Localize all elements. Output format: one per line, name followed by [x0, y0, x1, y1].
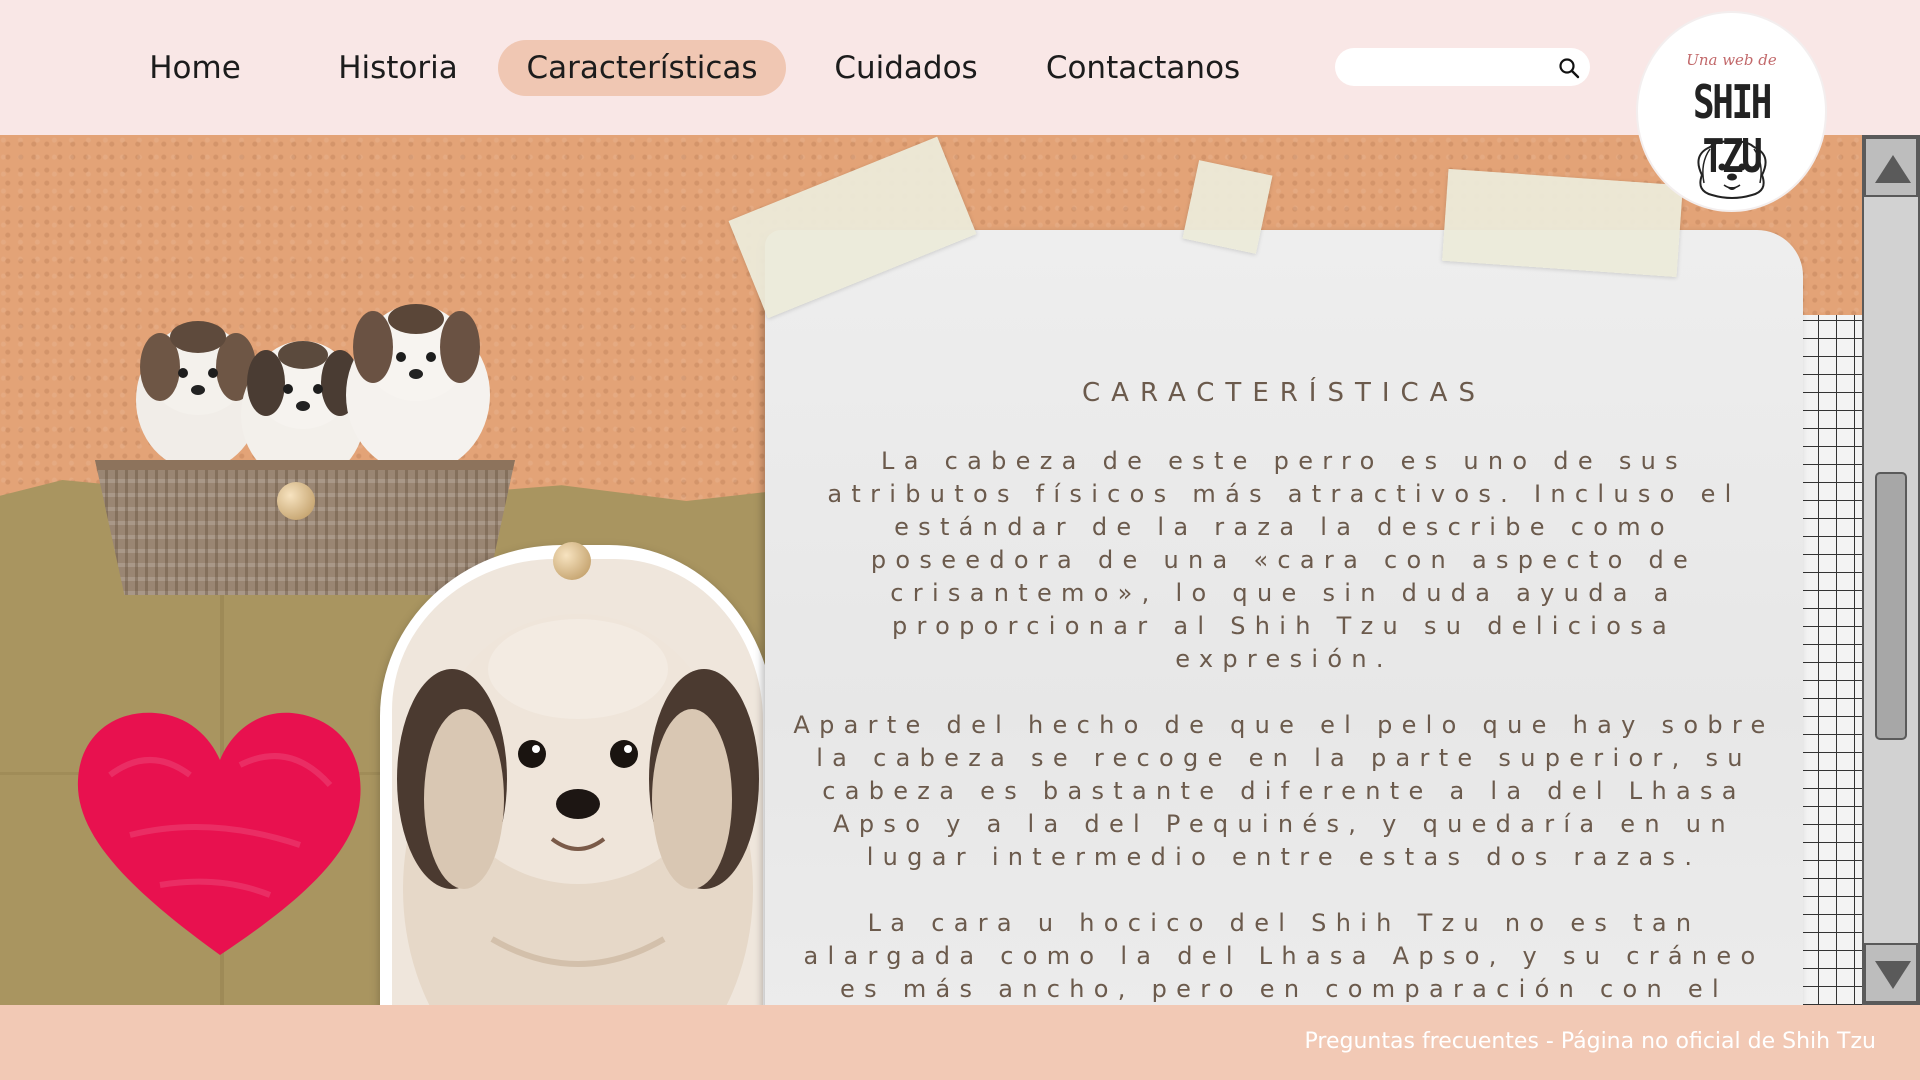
section-body: La cabeza de este perro es uno de sus at… [765, 445, 1803, 1005]
scrollbar[interactable] [1862, 135, 1920, 1005]
footer-faq-link[interactable]: Preguntas frecuentes - Página no oficial… [1305, 1029, 1876, 1054]
nav-historia[interactable]: Historia [313, 40, 483, 96]
main-content: CARACTERÍSTICAS La cabeza de este perro … [0, 135, 1862, 1005]
logo-tagline: Una web de [1686, 51, 1777, 69]
pin-icon [277, 482, 315, 520]
nav-home[interactable]: Home [110, 40, 280, 96]
heart-icon [77, 712, 361, 955]
shih-tzu-photo [392, 559, 763, 1005]
pin-icon [553, 542, 591, 580]
section-title: CARACTERÍSTICAS [1082, 378, 1486, 408]
site-logo[interactable]: Una web de SHIH TZU [1638, 13, 1825, 210]
wicker-basket [95, 460, 515, 595]
scroll-down-button[interactable] [1864, 943, 1918, 1003]
scroll-thumb[interactable] [1875, 472, 1907, 740]
search-input[interactable] [1351, 52, 1546, 82]
scroll-up-button[interactable] [1864, 137, 1918, 197]
paragraph: Aparte del hecho de que el pelo que hay … [793, 711, 1775, 871]
dog-sticker [380, 545, 775, 1005]
arrow-down-icon [1875, 961, 1911, 989]
arrow-up-icon [1875, 155, 1911, 183]
dog-face-icon [1697, 140, 1767, 199]
notepaper: CARACTERÍSTICAS La cabeza de este perro … [765, 230, 1803, 1005]
nav-contactanos[interactable]: Contactanos [1030, 40, 1256, 96]
grid-paper-strip [1800, 315, 1862, 1005]
nav-caracteristicas[interactable]: Características [498, 40, 786, 96]
footer: Preguntas frecuentes - Página no oficial… [0, 1005, 1920, 1080]
paragraph: La cabeza de este perro es uno de sus at… [827, 447, 1741, 673]
search-box [1335, 48, 1590, 86]
paragraph: La cara u hocico del Shih Tzu no es tan … [803, 909, 1765, 1003]
search-icon[interactable] [1557, 56, 1581, 80]
tape-strip [1442, 168, 1683, 278]
nav-cuidados[interactable]: Cuidados [820, 40, 992, 96]
header: Home Historia Características Cuidados C… [0, 0, 1920, 135]
